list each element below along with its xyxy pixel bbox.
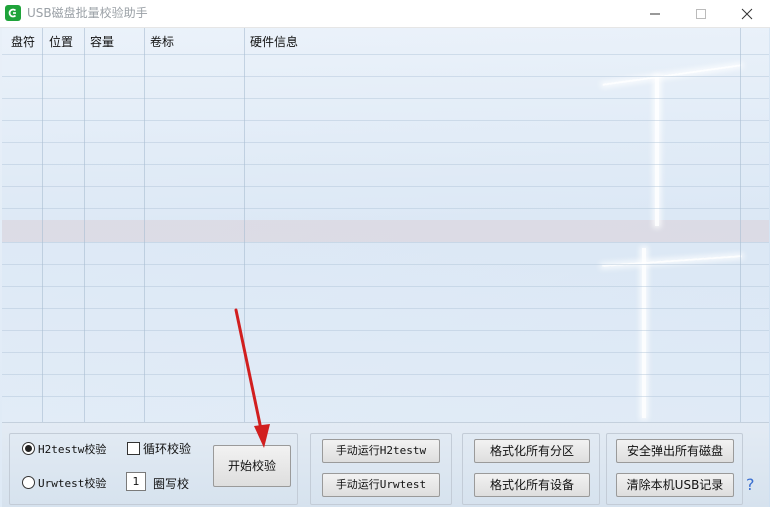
loop-count-input[interactable]: 1 bbox=[126, 472, 146, 491]
column-header-hardware-info[interactable]: 硬件信息 bbox=[250, 33, 298, 50]
list-header: 盘符 位置 容量 卷标 硬件信息 bbox=[2, 28, 769, 54]
row-divider bbox=[2, 286, 769, 287]
minimize-icon bbox=[650, 13, 660, 15]
clear-usb-records-button[interactable]: 清除本机USB记录 bbox=[616, 473, 734, 497]
maximize-button[interactable] bbox=[678, 0, 724, 27]
selection-band bbox=[2, 220, 769, 242]
background-light-streak bbox=[642, 248, 646, 418]
column-divider bbox=[84, 28, 85, 422]
column-divider bbox=[144, 28, 145, 422]
loop-check-label[interactable]: 循环校验 bbox=[143, 440, 191, 457]
row-divider bbox=[2, 142, 769, 143]
close-icon bbox=[741, 8, 753, 20]
run-h2testw-button[interactable]: 手动运行H2testw bbox=[322, 439, 440, 463]
format-group: 格式化所有分区 格式化所有设备 bbox=[462, 433, 600, 505]
app-window: USB磁盘批量校验助手 盘符 位置 容量 卷标 硬件信息 H2testw校验 U… bbox=[0, 0, 770, 507]
column-header-volume-label[interactable]: 卷标 bbox=[150, 33, 174, 50]
eject-all-disks-button[interactable]: 安全弹出所有磁盘 bbox=[616, 439, 734, 463]
row-divider bbox=[2, 308, 769, 309]
row-divider bbox=[2, 98, 769, 99]
loop-check-checkbox[interactable] bbox=[127, 442, 140, 455]
row-divider bbox=[2, 186, 769, 187]
minimize-button[interactable] bbox=[632, 0, 678, 27]
format-all-partitions-button[interactable]: 格式化所有分区 bbox=[474, 439, 590, 463]
title-bar[interactable]: USB磁盘批量校验助手 bbox=[0, 0, 770, 28]
format-all-devices-button[interactable]: 格式化所有设备 bbox=[474, 473, 590, 497]
run-urwtest-button[interactable]: 手动运行Urwtest bbox=[322, 473, 440, 497]
urwtest-radio[interactable] bbox=[22, 476, 35, 489]
control-panel: H2testw校验 Urwtest校验 循环校验 1 圈写校 开始校验 手动运行… bbox=[2, 422, 769, 507]
column-divider bbox=[42, 28, 43, 422]
row-divider bbox=[2, 374, 769, 375]
scrollbar-edge bbox=[740, 28, 741, 422]
row-divider bbox=[2, 242, 769, 243]
annotation-arrow bbox=[234, 308, 270, 448]
urwtest-radio-label[interactable]: Urwtest校验 bbox=[38, 475, 106, 491]
close-button[interactable] bbox=[724, 0, 770, 27]
column-header-capacity[interactable]: 容量 bbox=[90, 33, 114, 50]
disk-list[interactable]: 盘符 位置 容量 卷标 硬件信息 bbox=[2, 28, 769, 422]
background-light-streak bbox=[602, 64, 742, 86]
background-light-streak bbox=[602, 255, 742, 267]
usb-management-group: 安全弹出所有磁盘 清除本机USB记录 bbox=[606, 433, 743, 505]
column-header-drive[interactable]: 盘符 bbox=[11, 33, 35, 50]
help-icon[interactable]: ? bbox=[746, 475, 755, 494]
window-title: USB磁盘批量校验助手 bbox=[27, 6, 148, 20]
maximize-icon bbox=[696, 9, 706, 19]
row-divider bbox=[2, 208, 769, 209]
row-divider bbox=[2, 352, 769, 353]
h2testw-radio[interactable] bbox=[22, 442, 35, 455]
row-divider bbox=[2, 164, 769, 165]
row-divider bbox=[2, 396, 769, 397]
row-divider bbox=[2, 120, 769, 121]
app-logo-icon bbox=[5, 5, 21, 21]
row-divider bbox=[2, 54, 769, 55]
row-divider bbox=[2, 76, 769, 77]
loop-count-label: 圈写校 bbox=[153, 477, 190, 491]
row-divider bbox=[2, 264, 769, 265]
h2testw-radio-label[interactable]: H2testw校验 bbox=[38, 441, 106, 457]
manual-run-group: 手动运行H2testw 手动运行Urwtest bbox=[310, 433, 452, 505]
row-divider bbox=[2, 330, 769, 331]
column-header-location[interactable]: 位置 bbox=[49, 33, 73, 50]
